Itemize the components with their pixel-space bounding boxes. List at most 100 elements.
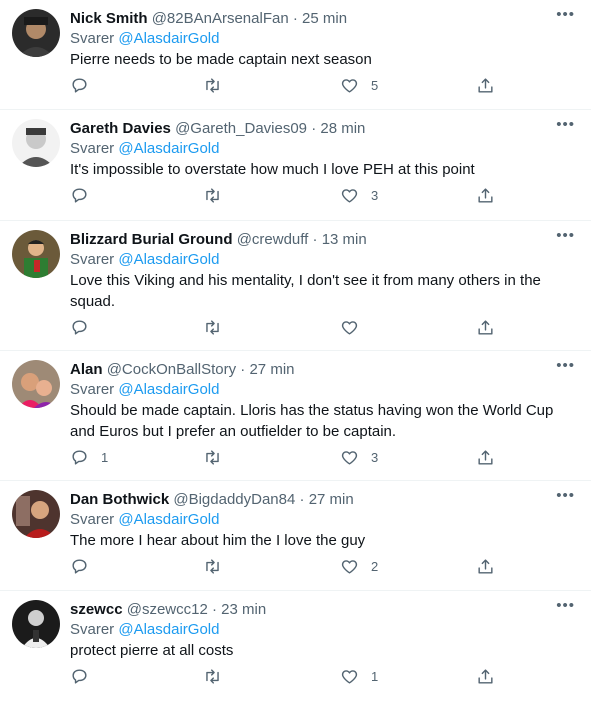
tweet[interactable]: ••• Blizzard Burial Ground @crewduff · 1… <box>0 221 591 351</box>
user-handle[interactable]: @crewduff <box>237 231 309 248</box>
timestamp[interactable]: 25 min <box>302 10 347 27</box>
tweet-text: Love this Viking and his mentality, I do… <box>70 272 541 310</box>
tweet-text: protect pierre at all costs <box>70 642 234 659</box>
reply-mention-link[interactable]: @AlasdairGold <box>118 621 219 638</box>
heart-icon <box>341 670 358 684</box>
more-options-icon[interactable]: ••• <box>556 597 575 614</box>
timestamp[interactable]: 27 min <box>309 491 354 508</box>
like-button[interactable]: 5 <box>340 76 378 95</box>
like-button[interactable]: 3 <box>340 186 378 205</box>
share-button[interactable] <box>476 76 495 95</box>
reply-button[interactable] <box>70 667 101 686</box>
like-button[interactable]: 3 <box>340 448 378 467</box>
like-count: 5 <box>371 78 379 93</box>
reply-mention-link[interactable]: @AlasdairGold <box>118 140 219 157</box>
tweet[interactable]: ••• Alan @CockOnBallStory · 27 min Svare… <box>0 351 591 481</box>
tweet-actions: 1 <box>70 661 577 701</box>
tweet[interactable]: ••• Gareth Davies @Gareth_Davies09 · 28 … <box>0 110 591 221</box>
reply-button[interactable] <box>70 318 101 337</box>
retweet-button[interactable] <box>203 448 234 467</box>
reply-prefix: Svarer <box>70 140 115 157</box>
share-button[interactable] <box>476 667 495 686</box>
replying-to: Svarer @AlasdairGold <box>70 380 577 400</box>
reply-button[interactable] <box>70 557 101 576</box>
like-button[interactable] <box>340 318 371 337</box>
reply-mention-link[interactable]: @AlasdairGold <box>118 251 219 268</box>
share-upload-icon <box>478 320 493 335</box>
tweet[interactable]: ••• szewcc @szewcc12 · 23 min Svarer @Al… <box>0 591 591 701</box>
separator-dot: · <box>311 120 317 137</box>
more-options-icon[interactable]: ••• <box>556 227 575 244</box>
replying-to: Svarer @AlasdairGold <box>70 139 577 159</box>
display-name[interactable]: Gareth Davies <box>70 120 171 137</box>
avatar[interactable] <box>12 9 60 57</box>
more-options-icon[interactable]: ••• <box>556 357 575 374</box>
more-options-icon[interactable]: ••• <box>556 116 575 133</box>
retweet-button[interactable] <box>203 76 234 95</box>
share-button[interactable] <box>476 318 495 337</box>
reply-button[interactable] <box>70 76 101 95</box>
timestamp[interactable]: 27 min <box>249 361 294 378</box>
retweet-arrows-icon <box>206 669 219 684</box>
heart-icon <box>341 560 358 574</box>
tweet-text: The more I hear about him the I love the… <box>70 532 366 549</box>
share-upload-icon <box>478 188 493 203</box>
like-count: 3 <box>371 188 379 203</box>
share-button[interactable] <box>476 448 495 467</box>
reply-button[interactable]: 1 <box>70 448 108 467</box>
share-button[interactable] <box>476 557 495 576</box>
tweet-header: Blizzard Burial Ground @crewduff · 13 mi… <box>70 230 577 250</box>
separator-dot: · <box>299 491 305 508</box>
reply-prefix: Svarer <box>70 251 115 268</box>
heart-icon <box>341 79 358 93</box>
share-button[interactable] <box>476 186 495 205</box>
user-handle[interactable]: @BigdaddyDan84 <box>173 491 295 508</box>
share-upload-icon <box>478 78 493 93</box>
reply-mention-link[interactable]: @AlasdairGold <box>118 381 219 398</box>
user-handle[interactable]: @CockOnBallStory <box>107 361 236 378</box>
replying-to: Svarer @AlasdairGold <box>70 620 577 640</box>
reply-prefix: Svarer <box>70 381 115 398</box>
speech-bubble-icon <box>72 78 87 93</box>
avatar[interactable] <box>12 119 60 167</box>
more-options-icon[interactable]: ••• <box>556 487 575 504</box>
speech-bubble-icon <box>72 188 87 203</box>
display-name[interactable]: Blizzard Burial Ground <box>70 231 233 248</box>
tweet-header: Alan @CockOnBallStory · 27 min <box>70 360 577 380</box>
timestamp[interactable]: 28 min <box>320 120 365 137</box>
like-count: 1 <box>371 669 379 684</box>
display-name[interactable]: Dan Bothwick <box>70 491 169 508</box>
reply-mention-link[interactable]: @AlasdairGold <box>118 511 219 528</box>
tweet-header: szewcc @szewcc12 · 23 min <box>70 600 577 620</box>
heart-icon <box>341 321 358 335</box>
user-handle[interactable]: @Gareth_Davies09 <box>175 120 307 137</box>
user-handle[interactable]: @szewcc12 <box>127 601 208 618</box>
display-name[interactable]: Nick Smith <box>70 10 148 27</box>
tweet[interactable]: ••• Dan Bothwick @BigdaddyDan84 · 27 min… <box>0 481 591 591</box>
display-name[interactable]: szewcc <box>70 601 123 618</box>
reply-prefix: Svarer <box>70 30 115 47</box>
like-button[interactable]: 1 <box>340 667 378 686</box>
like-count: 2 <box>371 559 379 574</box>
retweet-button[interactable] <box>203 186 234 205</box>
retweet-button[interactable] <box>203 667 234 686</box>
retweet-button[interactable] <box>203 318 234 337</box>
share-upload-icon <box>478 669 493 684</box>
reply-mention-link[interactable]: @AlasdairGold <box>118 30 219 47</box>
user-handle[interactable]: @82BAnArsenalFan <box>152 10 289 27</box>
like-button[interactable]: 2 <box>340 557 378 576</box>
tweet[interactable]: ••• Nick Smith @82BAnArsenalFan · 25 min… <box>0 0 591 110</box>
avatar[interactable] <box>12 490 60 538</box>
avatar[interactable] <box>12 230 60 278</box>
timestamp[interactable]: 13 min <box>322 231 367 248</box>
timestamp[interactable]: 23 min <box>221 601 266 618</box>
more-options-icon[interactable]: ••• <box>556 6 575 23</box>
reply-button[interactable] <box>70 186 101 205</box>
avatar[interactable] <box>12 600 60 648</box>
tweet-text: It's impossible to overstate how much I … <box>70 161 475 178</box>
display-name[interactable]: Alan <box>70 361 103 378</box>
retweet-button[interactable] <box>203 557 234 576</box>
avatar[interactable] <box>12 360 60 408</box>
tweet-header: Dan Bothwick @BigdaddyDan84 · 27 min <box>70 490 577 510</box>
reply-count: 1 <box>101 450 109 465</box>
